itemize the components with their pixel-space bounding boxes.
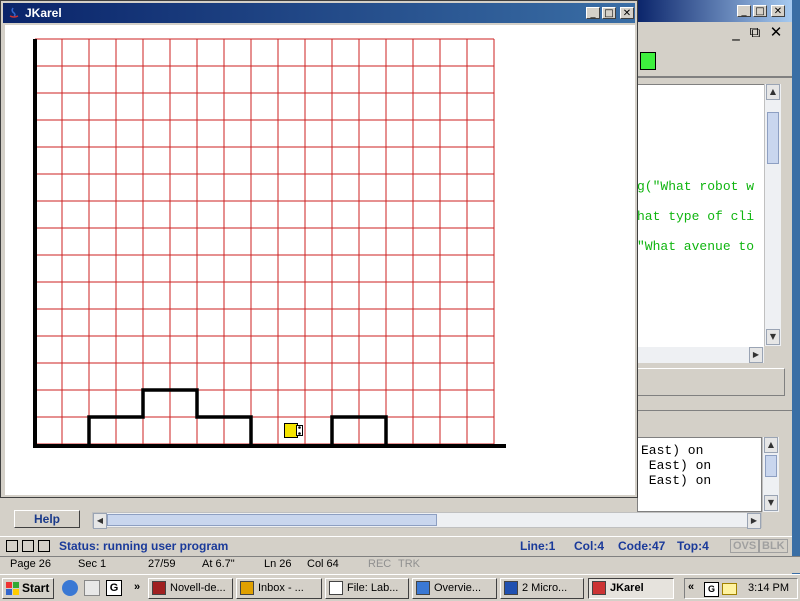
taskbar-task[interactable]: 2 Micro... bbox=[500, 578, 584, 599]
taskbar-task[interactable]: Overvie... bbox=[412, 578, 497, 599]
status-code: Code:47 bbox=[618, 539, 666, 553]
doc-close-icon[interactable]: ✕ bbox=[767, 24, 785, 42]
scroll-thumb[interactable] bbox=[767, 112, 779, 164]
output-line: East) on bbox=[641, 443, 704, 458]
tray-expand-icon[interactable]: « bbox=[688, 581, 694, 593]
scroll-thumb[interactable] bbox=[107, 514, 437, 526]
taskbar-task[interactable]: JKarel bbox=[588, 578, 674, 599]
status-ovs: OVS bbox=[730, 539, 760, 553]
word-column: Col 64 bbox=[307, 558, 339, 570]
status-top: Top:4 bbox=[677, 539, 709, 553]
code-editor[interactable]: g("What robot w hat type of cli "What av… bbox=[637, 84, 764, 347]
scroll-right-icon[interactable]: ▶ bbox=[747, 513, 761, 529]
java-icon bbox=[9, 7, 19, 18]
word-position: 27/59 bbox=[148, 558, 176, 570]
code-line: "What avenue to bbox=[637, 239, 755, 254]
doc-minimize-icon[interactable]: _ bbox=[727, 24, 745, 42]
ide-status-bar: Status: running user program Line:1 Col:… bbox=[0, 536, 792, 557]
karel-robot-icon[interactable] bbox=[284, 423, 303, 438]
taskbar: Start G » Novell-de... Inbox - ... File: L… bbox=[0, 574, 800, 601]
scroll-down-icon[interactable]: ▼ bbox=[766, 329, 780, 345]
status-message: Status: running user program bbox=[59, 539, 229, 553]
ide-minimize-button[interactable]: _ bbox=[737, 5, 751, 17]
doc-restore-icon[interactable]: ⧉ bbox=[746, 24, 764, 42]
g-quicklaunch-icon[interactable]: G bbox=[106, 580, 122, 596]
layout-icon[interactable] bbox=[6, 540, 18, 552]
system-tray: « G 3:14 PM bbox=[684, 578, 798, 599]
status-blk: BLK bbox=[759, 539, 788, 553]
windows-logo-icon bbox=[6, 582, 19, 595]
word-status-bar: Page 26 Sec 1 27/59 At 6.7" Ln 26 Col 64… bbox=[0, 556, 800, 573]
help-button[interactable]: Help bbox=[14, 510, 80, 528]
toolbar-divider bbox=[637, 76, 792, 78]
word-page: Page 26 bbox=[10, 558, 51, 570]
scroll-right-icon[interactable]: ▶ bbox=[749, 347, 763, 363]
output-vertical-scrollbar[interactable]: ▲ ▼ bbox=[762, 437, 779, 512]
output-console: East) on East) on East) on bbox=[637, 437, 762, 512]
taskbar-task[interactable]: Inbox - ... bbox=[236, 578, 322, 599]
scroll-thumb[interactable] bbox=[765, 455, 777, 477]
jkarel-window: JKarel _ □ ✕ bbox=[0, 0, 638, 498]
status-line: Line:1 bbox=[520, 539, 556, 553]
start-label: Start bbox=[22, 581, 50, 595]
scroll-down-icon[interactable]: ▼ bbox=[764, 495, 778, 511]
novell-icon bbox=[152, 581, 166, 595]
layout-icon[interactable] bbox=[38, 540, 50, 552]
ide-maximize-button[interactable]: □ bbox=[753, 5, 767, 17]
taskbar-task-label: File: Lab... bbox=[347, 582, 399, 594]
ide-panel-bar bbox=[637, 368, 785, 396]
jkarel-titlebar[interactable]: JKarel _ □ ✕ bbox=[3, 3, 635, 23]
taskbar-task-label: JKarel bbox=[610, 582, 644, 594]
status-col: Col:4 bbox=[574, 539, 604, 553]
editor-horizontal-scrollbar[interactable]: ▶ bbox=[637, 347, 764, 363]
word-line: Ln 26 bbox=[264, 558, 292, 570]
taskbar-task-label: 2 Micro... bbox=[522, 582, 568, 594]
start-button[interactable]: Start bbox=[2, 578, 54, 599]
scroll-up-icon[interactable]: ▲ bbox=[766, 84, 780, 100]
jkarel-maximize-button[interactable]: □ bbox=[602, 7, 616, 19]
code-line: hat type of cli bbox=[637, 209, 755, 224]
output-line: East) on bbox=[641, 473, 712, 488]
output-line: East) on bbox=[641, 458, 712, 473]
scroll-left-icon[interactable]: ◀ bbox=[93, 513, 107, 529]
mail-tray-icon[interactable] bbox=[722, 583, 737, 595]
java-icon bbox=[592, 581, 606, 595]
word-section: Sec 1 bbox=[78, 558, 107, 570]
word-icon bbox=[504, 581, 518, 595]
ide-splitter[interactable] bbox=[637, 410, 792, 435]
editor-vertical-scrollbar[interactable]: ▲ ▼ bbox=[764, 84, 781, 346]
word-trk: TRK bbox=[398, 558, 420, 570]
jkarel-title: JKarel bbox=[25, 6, 62, 20]
ide-titlebar bbox=[637, 0, 792, 22]
taskbar-task-label: Novell-de... bbox=[170, 582, 226, 594]
scroll-up-icon[interactable]: ▲ bbox=[764, 437, 778, 453]
jkarel-minimize-button[interactable]: _ bbox=[586, 7, 600, 19]
g-app-icon bbox=[329, 581, 343, 595]
desktop-quicklaunch-icon[interactable] bbox=[84, 580, 100, 596]
quicklaunch-more-icon[interactable]: » bbox=[134, 581, 140, 593]
layout-icon[interactable] bbox=[22, 540, 34, 552]
code-line: g("What robot w bbox=[637, 179, 755, 194]
ide-close-button[interactable]: ✕ bbox=[771, 5, 785, 17]
taskbar-task[interactable]: File: Lab... bbox=[325, 578, 409, 599]
g-tray-icon[interactable]: G bbox=[704, 582, 719, 597]
karel-world bbox=[33, 38, 506, 448]
word-rec: REC bbox=[368, 558, 392, 570]
run-indicator bbox=[640, 52, 656, 70]
karel-world-canvas[interactable] bbox=[5, 25, 635, 495]
clock[interactable]: 3:14 PM bbox=[748, 582, 789, 594]
word-at: At 6.7" bbox=[202, 558, 235, 570]
output-horizontal-scrollbar[interactable]: ◀ ▶ bbox=[92, 512, 762, 529]
taskbar-task-label: Inbox - ... bbox=[258, 582, 304, 594]
taskbar-task-label: Overvie... bbox=[434, 582, 482, 594]
ie-icon bbox=[416, 581, 430, 595]
taskbar-task[interactable]: Novell-de... bbox=[148, 578, 233, 599]
groupwise-icon bbox=[240, 581, 254, 595]
ie-quicklaunch-icon[interactable] bbox=[62, 580, 78, 596]
jkarel-close-button[interactable]: ✕ bbox=[620, 7, 634, 19]
